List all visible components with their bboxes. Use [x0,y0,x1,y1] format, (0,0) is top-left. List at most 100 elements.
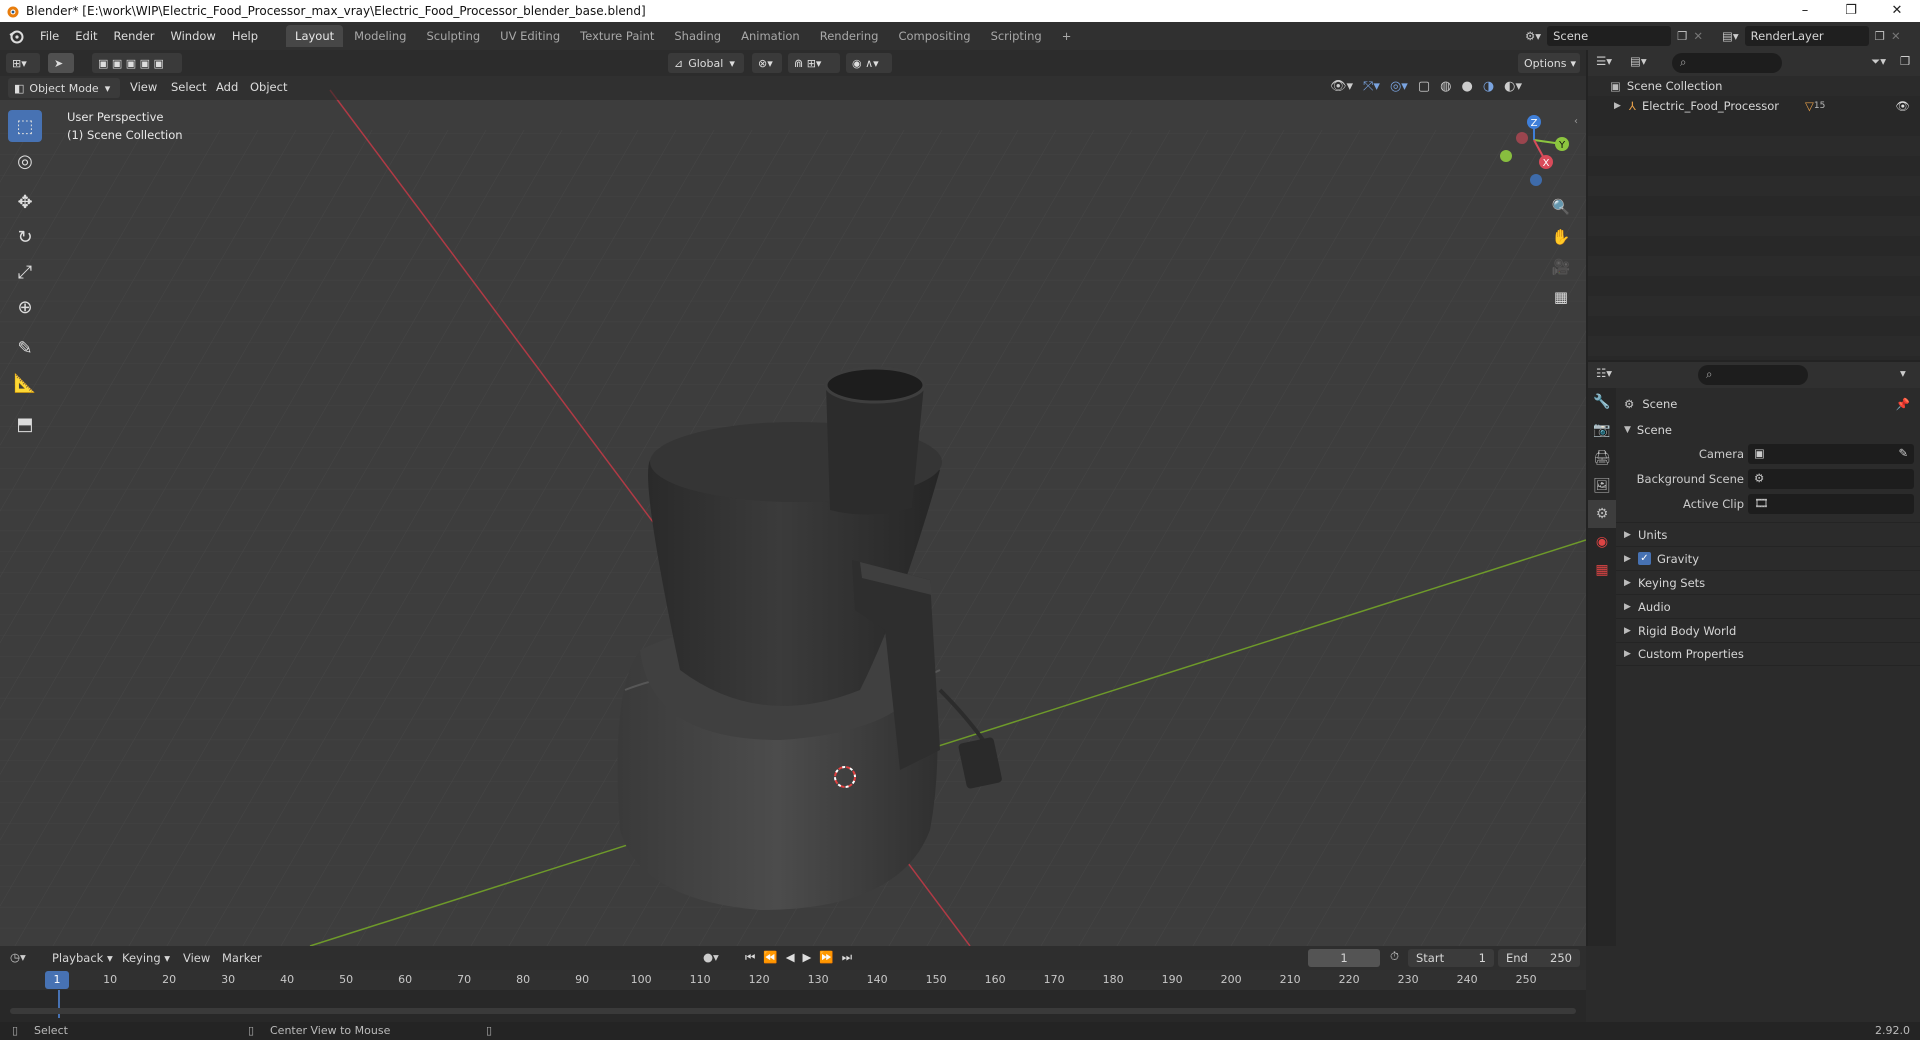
new-view-layer-icon[interactable]: ❐ [1875,29,1885,43]
properties-search-input[interactable]: ⌕ [1698,365,1808,385]
object-mode-dropdown[interactable]: ◧ Object Mode ▾ [8,78,120,98]
ortho-toggle-button[interactable]: ▦ [1548,284,1574,310]
move-tool[interactable]: ✥ [8,186,42,218]
auto-keying-record-icon[interactable]: ●▾ [703,950,719,964]
start-frame-field[interactable]: Start 1 [1408,949,1494,967]
prev-keyframe-icon[interactable]: ⏪ [763,950,777,965]
properties-editor-icon[interactable]: ☷▾ [1596,366,1612,380]
proportional-edit-button[interactable]: ◉ ∧▾ [846,53,892,73]
next-keyframe-icon[interactable]: ⏩ [819,950,833,965]
menu-playback[interactable]: Playback ▾ [52,951,113,965]
menu-marker[interactable]: Marker [222,951,262,965]
pivot-point-button[interactable]: ⊗▾ [752,53,782,73]
panel-keying-sets[interactable]: ▶ Keying Sets [1616,570,1920,594]
tab-texture[interactable]: ▦ [1588,556,1616,584]
select-tool-mode-button[interactable]: ➤ [48,53,74,73]
end-frame-field[interactable]: End 250 [1498,949,1580,967]
play-icon[interactable]: ▶ [803,950,812,965]
active-clip-field[interactable]: 🎞 [1748,494,1914,514]
tab-animation[interactable]: Animation [732,25,809,47]
panel-gravity[interactable]: ▶ ✓ Gravity [1616,546,1920,570]
pan-button[interactable]: ✋ [1548,224,1574,250]
gravity-checkbox[interactable]: ✓ [1638,552,1651,565]
outliner-row-electric-food-processor[interactable]: ▶ ⅄ Electric_Food_Processor ▽ 15 👁 [1588,96,1920,116]
timeline-scrollbar[interactable] [10,1008,1576,1014]
menu-render[interactable]: Render [106,29,163,43]
panel-audio[interactable]: ▶ Audio [1616,594,1920,618]
visibility-eye-icon[interactable]: 👁 [1895,99,1910,113]
visibility-icon[interactable]: 👁▾ [1330,79,1353,94]
panel-rigid-body-world[interactable]: ▶ Rigid Body World [1616,618,1920,642]
delete-view-layer-icon[interactable]: ✕ [1891,29,1901,43]
maximize-button[interactable]: ❐ [1828,0,1874,22]
panel-units[interactable]: ▶ Units [1616,522,1920,546]
editor-type-button[interactable]: ⊞▾ [6,53,40,73]
close-button[interactable]: ✕ [1874,0,1920,22]
play-reverse-icon[interactable]: ◀ [786,950,795,965]
preview-range-clock-icon[interactable]: ⏱ [1390,949,1399,964]
cursor-tool[interactable]: ◎ [8,145,42,177]
blender-menu-icon[interactable] [8,28,24,44]
annotate-tool[interactable]: ✎ [8,332,42,364]
tab-modeling[interactable]: Modeling [345,25,415,47]
jump-end-icon[interactable]: ⏭ [842,950,852,965]
add-workspace-button[interactable]: + [1053,25,1081,47]
wireframe-shading-icon[interactable]: ◍ [1440,79,1451,94]
overlay-toggle-icon[interactable]: ◎▾ [1390,79,1408,94]
menu-select[interactable]: Select [171,80,206,94]
outliner-search-input[interactable]: ⌕ [1672,53,1782,73]
tab-tool[interactable]: 🔧 [1588,388,1616,416]
panel-scene-header[interactable]: ▼ Scene [1616,418,1920,442]
tab-sculpting[interactable]: Sculpting [417,25,489,47]
current-frame-field[interactable]: 1 [1308,949,1380,967]
chevron-down-icon[interactable]: ▾ [1900,366,1906,380]
tab-compositing[interactable]: Compositing [889,25,979,47]
view-layer-field[interactable]: RenderLayer [1744,26,1869,46]
minimize-button[interactable]: – [1782,0,1828,22]
viewport-scene[interactable]: Z Y X [0,50,1586,946]
material-shading-icon[interactable]: ◑ [1483,79,1494,94]
expand-arrow-icon[interactable]: ▶ [1614,101,1621,111]
view-layer-selector[interactable]: ▤▾ RenderLayer ❐ ✕ [1722,26,1901,46]
frame-ruler[interactable]: 1 10 20 30 40 50 60 70 80 90 100 110 120 130 140 150 160… [0,970,1586,990]
filter-icon[interactable]: ⏷▾ [1871,54,1886,69]
transform-tool[interactable]: ⊕ [8,291,42,323]
gizmo-toggle-icon[interactable]: ⤧▾ [1363,79,1380,94]
menu-add[interactable]: Add [216,80,238,94]
xray-icon[interactable]: ▢ [1418,79,1430,94]
selection-mode-group[interactable]: ▣ ▣ ▣ ▣ ▣ [92,53,182,73]
tab-world[interactable]: ◉ [1588,528,1616,556]
measure-tool[interactable]: 📐 [8,367,42,399]
tab-scripting[interactable]: Scripting [982,25,1051,47]
pin-icon[interactable]: 📌 [1896,397,1910,411]
menu-help[interactable]: Help [224,29,266,43]
tab-shading[interactable]: Shading [665,25,730,47]
tab-layout[interactable]: Layout [286,25,344,47]
display-mode-icon[interactable]: ▤▾ [1630,54,1647,68]
eyedropper-icon[interactable]: ✎ [1898,446,1908,460]
solid-shading-icon[interactable]: ● [1461,79,1472,94]
tab-scene[interactable]: ⚙ [1588,500,1616,528]
zoom-button[interactable]: 🔍 [1548,194,1574,220]
transform-orientation-dropdown[interactable]: ⊿ Global ▾ [668,53,744,73]
outliner-row-scene-collection[interactable]: ▣ Scene Collection [1588,76,1920,96]
tab-rendering[interactable]: Rendering [811,25,888,47]
camera-view-button[interactable]: 🎥 [1548,254,1574,280]
tab-output[interactable]: 🖨 [1588,444,1616,472]
camera-field[interactable]: ▣ ✎ [1748,444,1914,464]
menu-window[interactable]: Window [162,29,223,43]
tab-texture-paint[interactable]: Texture Paint [571,25,663,47]
rendered-shading-icon[interactable]: ◐▾ [1504,79,1522,94]
tab-render[interactable]: 📷 [1588,416,1616,444]
jump-start-icon[interactable]: ⏮ [745,950,755,965]
menu-view[interactable]: View [183,951,210,965]
select-box-tool[interactable]: ⬚ [8,110,42,142]
scene-selector[interactable]: ⚙▾ Scene ❐ ✕ [1525,26,1703,46]
panel-custom-properties[interactable]: ▶ Custom Properties [1616,642,1920,666]
delete-scene-icon[interactable]: ✕ [1693,29,1703,43]
outliner-editor-icon[interactable]: ☰▾ [1596,54,1612,68]
menu-file[interactable]: File [32,29,67,43]
scale-tool[interactable]: ⤢ [8,256,42,288]
background-scene-field[interactable]: ⚙ [1748,469,1914,489]
3d-viewport[interactable]: Z Y X ⊞▾ ➤ ▣ ▣ ▣ ▣ ▣ ⊿ Global ▾ ⊗▾ ⋒ ⊞▾ … [0,50,1586,946]
